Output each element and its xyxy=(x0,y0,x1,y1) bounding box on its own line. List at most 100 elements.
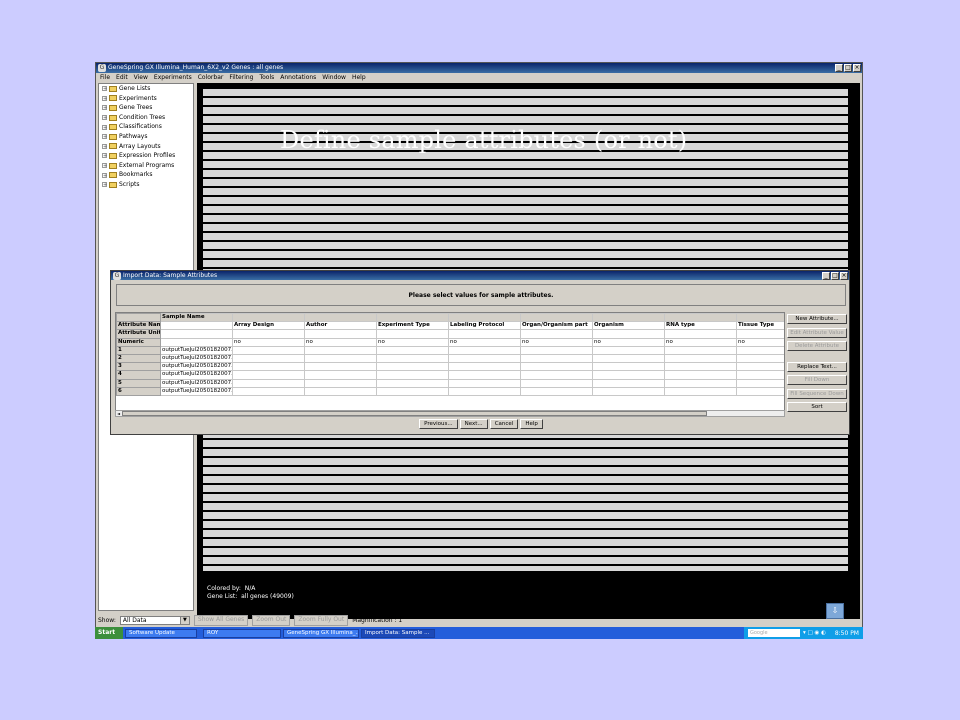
expand-icon[interactable]: + xyxy=(102,182,107,188)
scrollbar-thumb[interactable] xyxy=(122,411,707,416)
sample-name-cell[interactable]: outputTueJul2050182007.( xyxy=(160,353,233,364)
table-cell[interactable] xyxy=(736,353,784,364)
next-button[interactable]: Next... xyxy=(459,419,488,429)
table-cell[interactable] xyxy=(232,386,305,396)
table-cell[interactable] xyxy=(520,362,593,372)
numeric-cell[interactable]: no xyxy=(232,337,305,347)
table-cell[interactable] xyxy=(736,345,784,355)
maximize-button[interactable]: □ xyxy=(844,64,852,72)
replace-text-button[interactable]: Replace Text... xyxy=(787,361,847,372)
menu-help[interactable]: Help xyxy=(352,73,366,82)
table-cell[interactable] xyxy=(664,362,737,372)
scroll-left-icon[interactable]: ◄ xyxy=(116,411,121,416)
table-cell[interactable] xyxy=(304,353,377,364)
table-cell[interactable] xyxy=(376,345,449,355)
table-cell[interactable] xyxy=(664,353,737,364)
table-cell[interactable] xyxy=(304,370,377,380)
table-cell[interactable] xyxy=(520,386,593,396)
table-cell[interactable] xyxy=(592,386,665,396)
table-cell[interactable] xyxy=(376,362,449,372)
edit-attribute-value-button[interactable]: Edit Attribute Value xyxy=(787,327,847,338)
table-cell[interactable] xyxy=(376,386,449,396)
expand-icon[interactable]: + xyxy=(102,95,107,101)
help-button[interactable]: Help xyxy=(520,419,543,429)
tree-item-gene-lists[interactable]: + Gene Lists xyxy=(99,84,193,94)
table-cell[interactable] xyxy=(448,378,521,388)
table-cell[interactable] xyxy=(736,378,784,388)
tree-item-gene-trees[interactable]: + Gene Trees xyxy=(99,103,193,113)
sample-name-cell[interactable]: outputTueJul2050182007.( xyxy=(160,362,233,372)
expand-icon[interactable]: + xyxy=(102,153,107,159)
show-dropdown[interactable]: All Data ▼ xyxy=(119,615,190,625)
numeric-cell[interactable]: no xyxy=(376,337,449,347)
show-all-genes-button[interactable]: Show All Genes xyxy=(193,614,249,626)
table-cell[interactable] xyxy=(448,329,521,339)
table-cell[interactable] xyxy=(160,337,233,347)
table-cell[interactable] xyxy=(592,353,665,364)
table-cell[interactable] xyxy=(448,362,521,372)
tree-item-scripts[interactable]: + Scripts xyxy=(99,180,193,190)
expand-icon[interactable]: + xyxy=(102,172,107,178)
table-cell[interactable] xyxy=(736,370,784,380)
menu-annotations[interactable]: Annotations xyxy=(280,73,316,82)
dialog-close-button[interactable]: × xyxy=(840,272,848,280)
table-cell[interactable] xyxy=(376,353,449,364)
table-cell[interactable] xyxy=(304,386,377,396)
attribute-name-cell[interactable]: Organism xyxy=(592,321,665,331)
sample-name-cell[interactable]: outputTueJul2050182007.( xyxy=(160,370,233,380)
table-cell[interactable] xyxy=(232,370,305,380)
numeric-cell[interactable]: no xyxy=(592,337,665,347)
expand-icon[interactable]: + xyxy=(102,134,107,140)
table-cell[interactable] xyxy=(664,345,737,355)
table-cell[interactable] xyxy=(592,378,665,388)
sample-name-cell[interactable]: outputTueJul2050182007.( xyxy=(160,386,233,396)
table-cell[interactable] xyxy=(664,329,737,339)
menu-edit[interactable]: Edit xyxy=(116,73,128,82)
expand-icon[interactable]: + xyxy=(102,105,107,111)
expand-icon[interactable]: + xyxy=(102,143,107,149)
numeric-cell[interactable]: no xyxy=(664,337,737,347)
horizontal-scrollbar[interactable]: ◄ xyxy=(115,410,785,417)
table-cell[interactable] xyxy=(304,329,377,339)
google-search-field[interactable]: Google xyxy=(748,629,800,637)
table-cell[interactable] xyxy=(304,362,377,372)
task-import-data[interactable]: Import Data: Sample ... xyxy=(361,628,435,638)
table-cell[interactable] xyxy=(232,329,305,339)
delete-attribute-button[interactable]: Delete Attribute xyxy=(787,341,847,351)
fill-sequence-down-button[interactable]: Fill Sequence Down xyxy=(787,388,847,399)
table-cell[interactable] xyxy=(736,329,784,339)
table-cell[interactable] xyxy=(592,345,665,355)
table-cell[interactable] xyxy=(520,370,593,380)
menu-filtering[interactable]: Filtering xyxy=(229,73,253,82)
table-cell[interactable] xyxy=(304,378,377,388)
new-attribute-button[interactable]: New Attribute... xyxy=(787,314,847,324)
table-cell[interactable] xyxy=(304,345,377,355)
table-cell[interactable] xyxy=(520,329,593,339)
table-cell[interactable] xyxy=(592,370,665,380)
task-roy[interactable]: ROY xyxy=(203,628,281,638)
table-cell[interactable] xyxy=(232,362,305,372)
numeric-cell[interactable]: no xyxy=(304,337,377,347)
tree-item-bookmarks[interactable]: + Bookmarks xyxy=(99,170,193,180)
zoom-fully-out-button[interactable]: Zoom Fully Out xyxy=(294,614,349,626)
menu-window[interactable]: Window xyxy=(322,73,346,82)
table-cell[interactable] xyxy=(448,386,521,396)
attribute-name-cell[interactable]: Organ/Organism part xyxy=(520,321,593,331)
attribute-name-cell[interactable]: Experiment Type xyxy=(376,321,449,331)
menu-tools[interactable]: Tools xyxy=(259,73,274,82)
table-cell[interactable] xyxy=(232,345,305,355)
tree-item-external-programs[interactable]: + External Programs xyxy=(99,161,193,171)
expand-icon[interactable]: + xyxy=(102,163,107,169)
expand-icon[interactable]: + xyxy=(102,115,107,121)
table-cell[interactable] xyxy=(376,378,449,388)
fill-down-button[interactable]: Fill Down xyxy=(787,375,847,385)
menu-file[interactable]: File xyxy=(100,73,110,82)
attribute-name-cell[interactable]: Author xyxy=(304,321,377,331)
table-cell[interactable] xyxy=(592,362,665,372)
attribute-name-cell[interactable]: Array Design xyxy=(232,321,305,331)
menu-colorbar[interactable]: Colorbar xyxy=(198,73,224,82)
sort-button[interactable]: Sort xyxy=(787,402,847,412)
table-cell[interactable] xyxy=(664,378,737,388)
menu-experiments[interactable]: Experiments xyxy=(154,73,192,82)
table-cell[interactable] xyxy=(664,370,737,380)
